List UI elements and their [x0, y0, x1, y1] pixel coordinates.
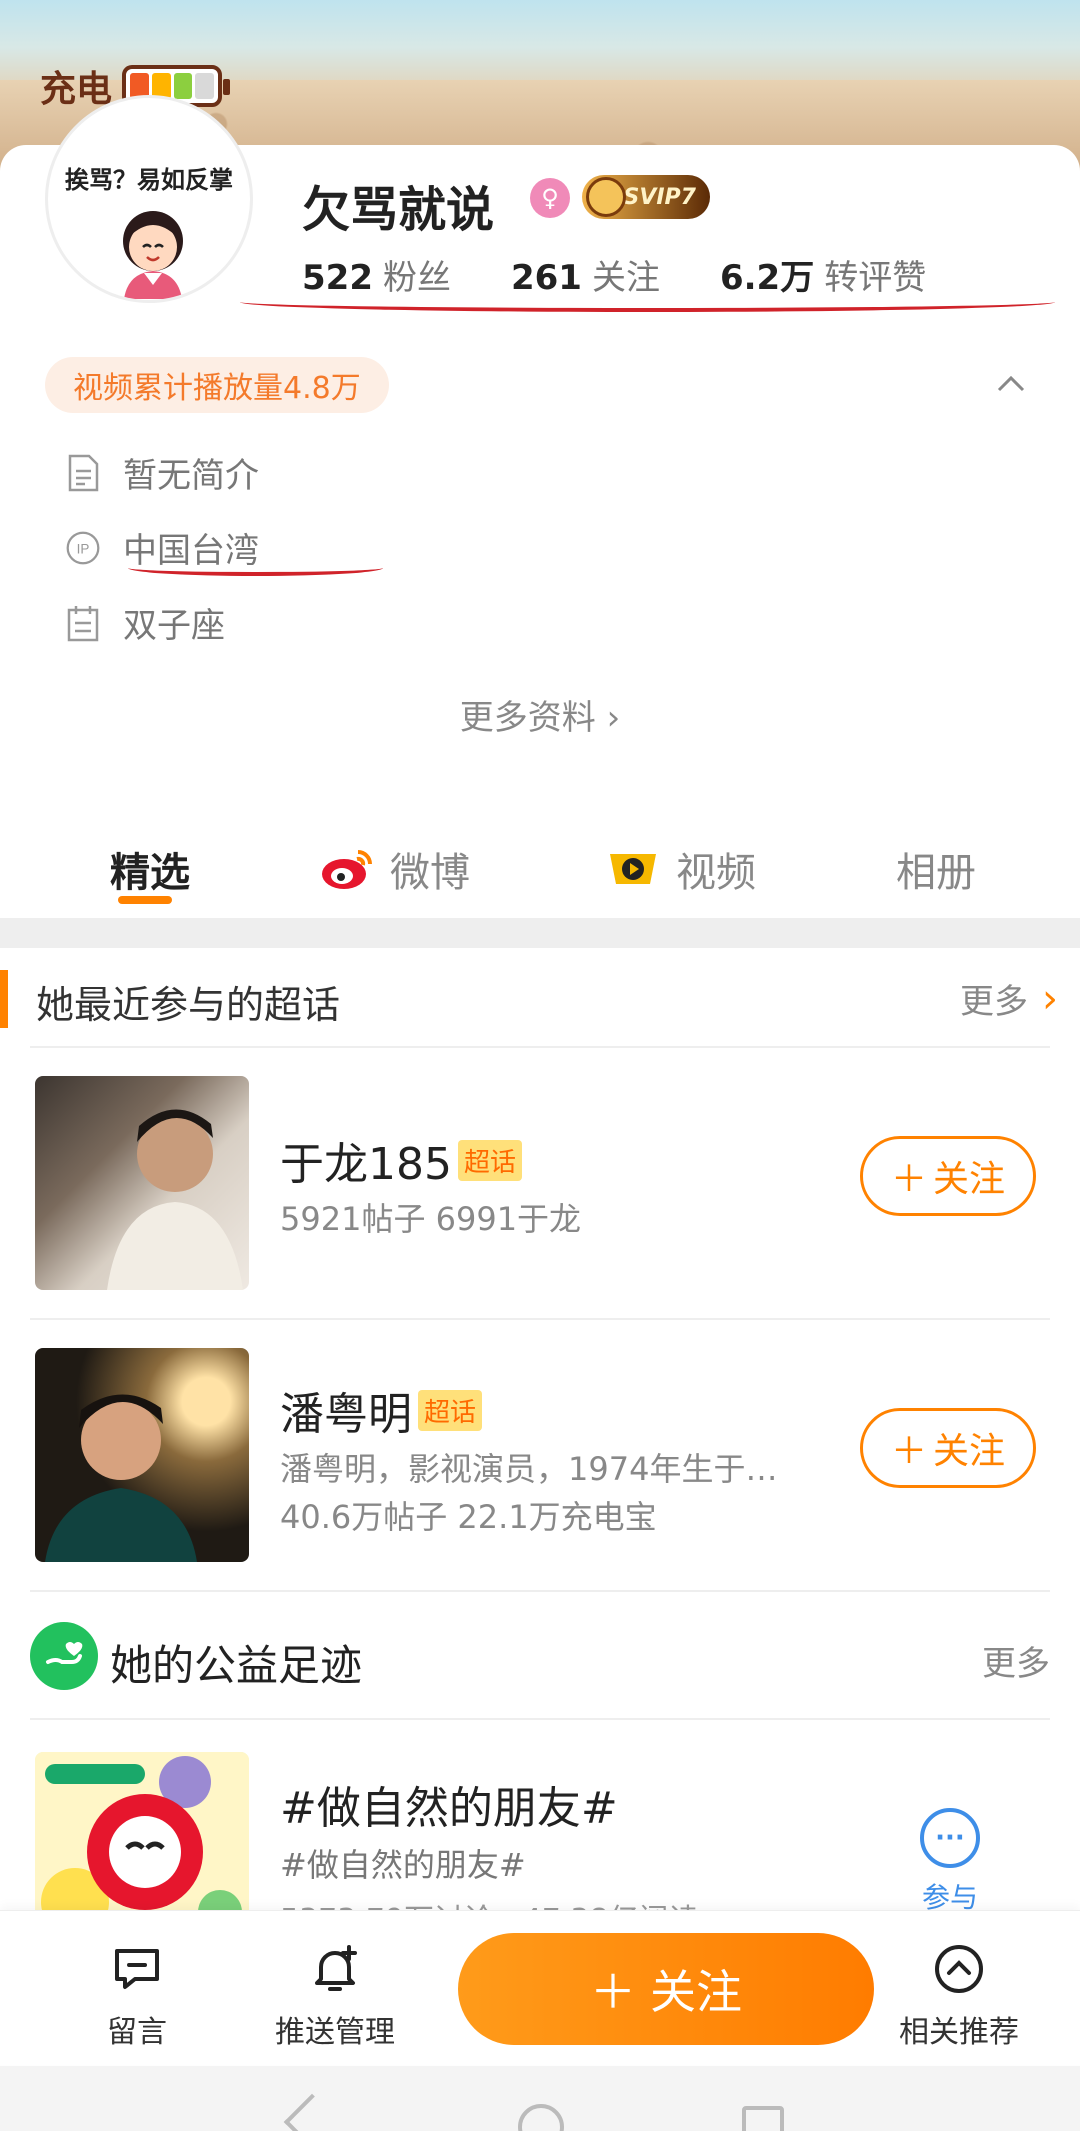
follow-user-label: 关注 [650, 1965, 742, 2019]
charity-section-title: 她的公益足迹 [110, 1641, 363, 1690]
weibo-icon [322, 850, 372, 889]
super-topic-badge: 超话 [418, 1389, 483, 1431]
plus-icon: ＋ [890, 1431, 927, 1472]
divider [30, 1718, 1050, 1720]
bio-text: 暂无简介 [123, 456, 259, 496]
related-recommend-button[interactable]: 相关推荐 [894, 1941, 1024, 2051]
follow-topic-button[interactable]: ＋ 关注 [860, 1408, 1036, 1488]
related-recommend-label: 相关推荐 [899, 2015, 1019, 2050]
annotation-underline-stats [240, 292, 1055, 312]
fans-stat[interactable]: 522 粉丝 [302, 250, 451, 299]
profile-tabs: 精选 微博 视频 相册 [0, 820, 1080, 920]
charity-campaign-subtitle: #做自然的朋友# [280, 1846, 526, 1884]
fans-label: 粉丝 [382, 258, 451, 298]
charge-label: 充电 [40, 69, 113, 110]
battery-cell [173, 73, 193, 99]
chevron-up-icon[interactable] [996, 370, 1026, 400]
chat-bubble-icon: ··· [920, 1808, 980, 1868]
plus-icon: ＋ [890, 1159, 927, 1200]
follow-topic-label: 关注 [933, 1159, 1006, 1200]
video-plays-tag[interactable]: 视频累计播放量4.8万 [45, 357, 389, 413]
topic-name-text: 潘粤明 [280, 1389, 412, 1440]
topic-cover-image [35, 1348, 249, 1562]
tab-featured[interactable]: 精选 [110, 840, 190, 898]
tab-album[interactable]: 相册 [896, 840, 976, 898]
zodiac-row: 双子座 [65, 598, 225, 647]
bottom-action-bar: 留言 推送管理 ＋ 关注 相关推荐 [0, 1910, 1080, 2065]
document-icon [68, 454, 99, 491]
annotation-underline-ip [128, 560, 383, 576]
super-topic-item[interactable]: 于龙185 超话 5921帖子 6991于龙 ＋ 关注 [0, 1076, 1080, 1306]
tab-weibo[interactable]: 微博 [320, 840, 470, 898]
home-nav-icon[interactable] [518, 2104, 564, 2131]
super-topics-header: 她最近参与的超话 更多 › [0, 950, 1080, 1050]
video-icon [610, 854, 656, 884]
follow-topic-label: 关注 [933, 1431, 1006, 1472]
avatar-caption: 挨骂？易如反掌 [65, 166, 233, 194]
battery-cell [195, 73, 215, 99]
person-portrait-icon [107, 1109, 243, 1290]
message-button[interactable]: 留言 [72, 1941, 202, 2051]
profile-page: 充电 挨骂？易如反掌 欠骂就说 ♀ SVIP7 522 粉丝 261 关注 6.… [0, 0, 1080, 2131]
charity-more-link[interactable]: 更多 [982, 1636, 1050, 1685]
tab-video-label: 视频 [676, 850, 756, 896]
avatar[interactable]: 挨骂？易如反掌 [45, 95, 253, 303]
message-icon [115, 1949, 159, 1989]
topic-description: 潘粤明，影视演员，1974年生于… [280, 1450, 778, 1488]
topic-cover-image [35, 1076, 249, 1290]
topic-stats: 5921帖子 6991于龙 [280, 1200, 582, 1238]
active-tab-indicator [118, 896, 172, 904]
calendar-icon [67, 605, 99, 641]
svip-badge[interactable]: SVIP7 [582, 175, 710, 219]
back-nav-icon[interactable] [283, 2093, 341, 2131]
plus-icon: ＋ [590, 1965, 636, 2019]
bio-row: 暂无简介 [65, 448, 259, 497]
person-portrait-icon [45, 1394, 197, 1562]
avatar-girl-icon [123, 211, 183, 299]
message-label: 留言 [107, 2015, 167, 2050]
chevron-up-circle-icon [935, 1945, 983, 1993]
charity-campaign-name: #做自然的朋友# [280, 1783, 618, 1834]
topic-name: 于龙185 超话 [280, 1128, 522, 1192]
system-nav-bar [0, 2066, 1080, 2131]
topic-stats: 40.6万帖子 22.1万充电宝 [280, 1498, 657, 1536]
divider [30, 1046, 1050, 1048]
follow-user-button[interactable]: ＋ 关注 [458, 1933, 874, 2045]
section-accent-bar [0, 970, 8, 1028]
female-icon: ♀ [530, 178, 570, 218]
topic-name-text: 于龙185 [280, 1139, 452, 1190]
recents-nav-icon[interactable] [742, 2106, 784, 2131]
super-topics-more-link[interactable]: 更多 › [960, 974, 1058, 1023]
svip-label: SVIP7 [623, 184, 697, 210]
super-topic-item[interactable]: 潘粤明 超话 潘粤明，影视演员，1974年生于… 40.6万帖子 22.1万充电… [0, 1348, 1080, 1578]
push-settings-label: 推送管理 [275, 2015, 395, 2050]
super-topics-more-label: 更多 [960, 982, 1028, 1022]
participate-button[interactable]: ··· 参与 [910, 1808, 990, 1916]
bell-plus-icon [315, 1945, 357, 1991]
divider [30, 1318, 1050, 1320]
push-settings-button[interactable]: 推送管理 [270, 1941, 400, 2051]
topic-name: 潘粤明 超话 [280, 1378, 483, 1442]
username: 欠骂就说 [302, 182, 495, 238]
charity-hand-icon [30, 1622, 98, 1690]
tab-album-label: 相册 [896, 850, 976, 896]
fans-count: 522 [302, 258, 373, 298]
chevron-right-icon: › [1042, 975, 1058, 1022]
follow-topic-button[interactable]: ＋ 关注 [860, 1136, 1036, 1216]
likes-label: 转评赞 [824, 258, 927, 298]
ip-icon-label: IP [77, 541, 90, 556]
zodiac-text: 双子座 [123, 606, 225, 646]
super-topics-title: 她最近参与的超话 [36, 983, 341, 1027]
super-topic-badge: 超话 [457, 1139, 522, 1181]
tab-featured-label: 精选 [110, 850, 190, 896]
divider [30, 1590, 1050, 1592]
ip-icon: IP [66, 531, 100, 564]
crown-icon [586, 177, 626, 217]
tab-video[interactable]: 视频 [604, 840, 756, 898]
section-divider [0, 918, 1080, 948]
more-info-link[interactable]: 更多资料 › [0, 690, 1080, 739]
tab-weibo-label: 微博 [390, 850, 470, 896]
